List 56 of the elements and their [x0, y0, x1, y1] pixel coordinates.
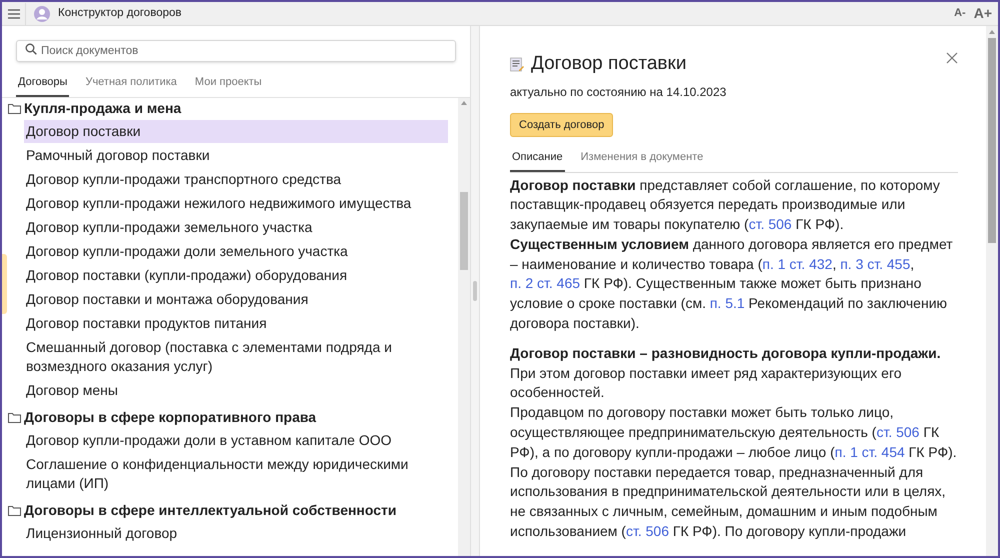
list-item[interactable]: Договор купли-продажи доли в уставном капитале ООО: [24, 428, 448, 452]
folder-icon: [8, 102, 21, 114]
list-item[interactable]: Смешанный договор (поставка с элементами подряда и возмездного оказания услуг): [24, 336, 448, 378]
date-text: актуально по состоянию на 14.10.2023: [510, 84, 728, 100]
list-item[interactable]: Соглашение о конфиденциальности между юридическими лицами (ИП): [24, 452, 448, 494]
scrollbar[interactable]: [986, 26, 998, 556]
scroll-up-icon: [989, 30, 995, 34]
paragraph: Договор поставки – разновидность договора купли-продажи.: [510, 344, 942, 363]
paragraph: Договор поставки представляет собой соглашение, по которому поставщик-продавец обязуется передать производимые или закупаемые им товары покупателю (ст. 506 ГК РФ).: [510, 176, 941, 234]
avatar-icon: [34, 6, 50, 22]
scroll-thumb[interactable]: [988, 38, 996, 243]
link[interactable]: ст. 506: [748, 216, 792, 232]
list-item[interactable]: Договор поставки: [24, 120, 448, 142]
link[interactable]: п. 5.1: [710, 295, 745, 312]
list-item[interactable]: Рамочный договор поставки: [24, 144, 448, 166]
group-title[interactable]: Договоры в сфере корпоративного права: [24, 406, 316, 428]
link[interactable]: ст. 506: [626, 523, 669, 540]
window-title: Конструктор договоров: [58, 6, 182, 21]
document-icon: [510, 56, 525, 72]
link[interactable]: п. 3 ст. 455: [840, 256, 910, 272]
folder-icon: [8, 412, 21, 422]
tab[interactable]: Мои проекты: [192, 72, 264, 96]
tab[interactable]: Договоры: [16, 72, 70, 96]
scrollbar[interactable]: [458, 98, 470, 556]
list-item[interactable]: Договор купли-продажи нежилого недвижимого имущества: [24, 192, 448, 214]
side-tab[interactable]: [2, 254, 7, 314]
search-field[interactable]: Поиск документов: [16, 40, 456, 62]
list-item[interactable]: Договор купли-продажи земельного участка: [24, 216, 448, 238]
list-item[interactable]: Договор поставки продуктов питания: [24, 312, 448, 334]
paragraph: Существенным условием данного договора является его предмет – наименование и количество товара (п. 1 ст. 432, п. 3 ст. 455, п. 2 ст. 465 ГК РФ). Существенным также может быть признано условие о сроке поставки (см. п. 5.1 Рекомендаций по заключению договора поставки).: [510, 234, 954, 334]
paragraph: При этом договор поставки имеет ряд характеризующих его особенностей.: [510, 364, 903, 402]
list-item[interactable]: Договор купли-продажи транспортного средства: [24, 168, 448, 190]
paragraph: Продавцом по договору поставки может быть только лицо, осуществляющее предпринимательскую деятельность (ст. 506 ГК РФ), а по договору купли-продажи – любое лицо (п. 1 ст. 454 ГК РФ).: [510, 403, 958, 462]
link[interactable]: п. 1 ст. 454: [834, 444, 905, 460]
list-item[interactable]: Договор мены: [24, 378, 448, 402]
list-item[interactable]: Договор поставки (купли-продажи) оборудования: [24, 264, 448, 286]
link[interactable]: п. 2 ст. 465: [510, 275, 580, 292]
create-button[interactable]: Создать договор: [510, 112, 614, 137]
search-icon: [25, 43, 37, 55]
link[interactable]: п. 1 ст. 432: [762, 256, 832, 272]
font-size-button[interactable]: A-: [954, 5, 966, 22]
folder-icon: [8, 504, 21, 516]
group-title[interactable]: Купля-продажа и мена: [24, 98, 182, 118]
link[interactable]: ст. 506: [876, 424, 920, 440]
list-item[interactable]: Договор поставки и монтажа оборудования: [24, 288, 448, 310]
tab[interactable]: Описание: [510, 147, 565, 172]
paragraph: По договору поставки передается товар, предназначенный для использования в предпринимательской деятельности или в целях, не связанных с личным, семейным, домашним и иным подобным использованием (ст. 506 ГК РФ). По договору купли-продажи: [510, 462, 947, 542]
group-title[interactable]: Договоры в сфере интеллектуальной собственности: [24, 500, 397, 520]
list-item[interactable]: Лицензионный договор: [24, 522, 448, 544]
document-title: Договор поставки: [531, 52, 686, 76]
list-item[interactable]: Договор купли-продажи доли земельного участка: [24, 240, 448, 262]
close-icon[interactable]: [946, 52, 958, 64]
tab[interactable]: Учетная политика: [83, 72, 179, 96]
tab[interactable]: Изменения в документе: [578, 147, 706, 172]
font-size-button[interactable]: A+: [974, 3, 992, 24]
scroll-thumb[interactable]: [460, 192, 468, 270]
